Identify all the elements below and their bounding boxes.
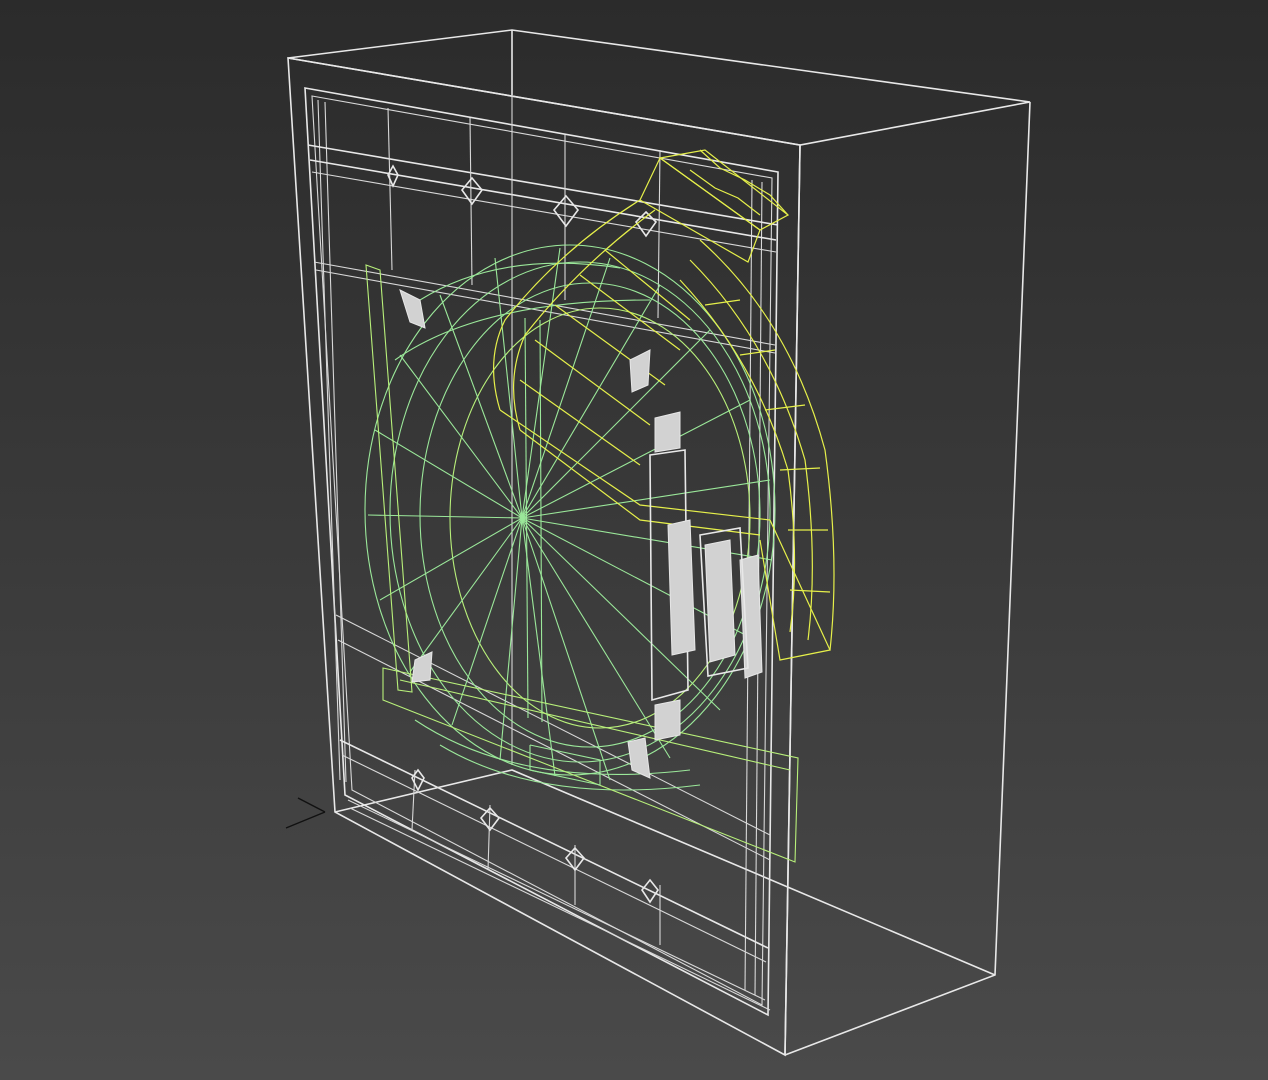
cabinet-wireframe <box>287 29 1031 1057</box>
door-rim-wireframe <box>493 149 835 661</box>
control-knobs <box>387 164 658 238</box>
axis-tripod-icon[interactable] <box>285 797 326 829</box>
door-latch <box>649 411 763 741</box>
drum-frame <box>365 264 799 863</box>
3d-viewport[interactable] <box>0 0 1268 1080</box>
wireframe-scene[interactable] <box>0 0 1268 1080</box>
